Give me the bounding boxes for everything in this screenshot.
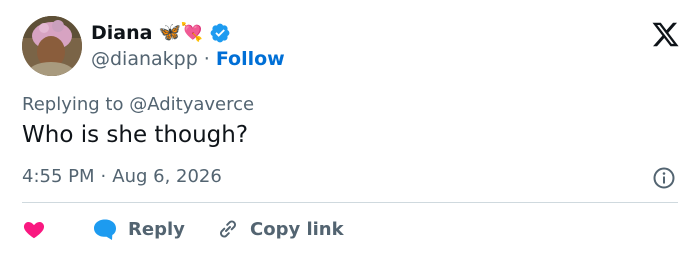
like-button[interactable] (22, 217, 92, 241)
tweet-date[interactable]: Aug 6, 2026 (112, 166, 222, 187)
info-icon[interactable] (652, 166, 676, 190)
avatar[interactable] (22, 16, 82, 76)
copy-link-button[interactable]: Copy link (216, 217, 344, 241)
reply-label: Reply (128, 218, 185, 240)
link-icon (220, 220, 236, 238)
reply-button[interactable]: Reply (92, 217, 216, 241)
tweet-actions: Reply Copy link (22, 214, 344, 244)
name-emojis: 🦋💘 (158, 22, 204, 43)
heart-icon (23, 222, 45, 239)
timestamp-separator: · (100, 166, 107, 187)
follow-button[interactable]: Follow (216, 48, 285, 70)
handle-separator: · (203, 48, 210, 70)
reply-context-prefix: Replying to (22, 94, 124, 115)
divider (22, 202, 678, 203)
verified-badge-icon (210, 23, 230, 43)
copy-link-label: Copy link (250, 218, 344, 240)
reply-bubble-icon (94, 219, 116, 240)
tweet-timestamp[interactable]: 4:55 PM · Aug 6, 2026 (22, 166, 222, 187)
x-logo-icon[interactable] (651, 20, 680, 49)
avatar-image (22, 16, 82, 76)
tweet-time[interactable]: 4:55 PM (22, 166, 95, 187)
author-display-name[interactable]: Diana (91, 22, 152, 44)
reply-context: Replying to @Adityaverce (22, 94, 254, 115)
reply-mention-link[interactable]: @Adityaverce (129, 94, 254, 115)
tweet-text: Who is she though? (22, 122, 249, 148)
author-handle[interactable]: @dianakpp (91, 48, 198, 70)
